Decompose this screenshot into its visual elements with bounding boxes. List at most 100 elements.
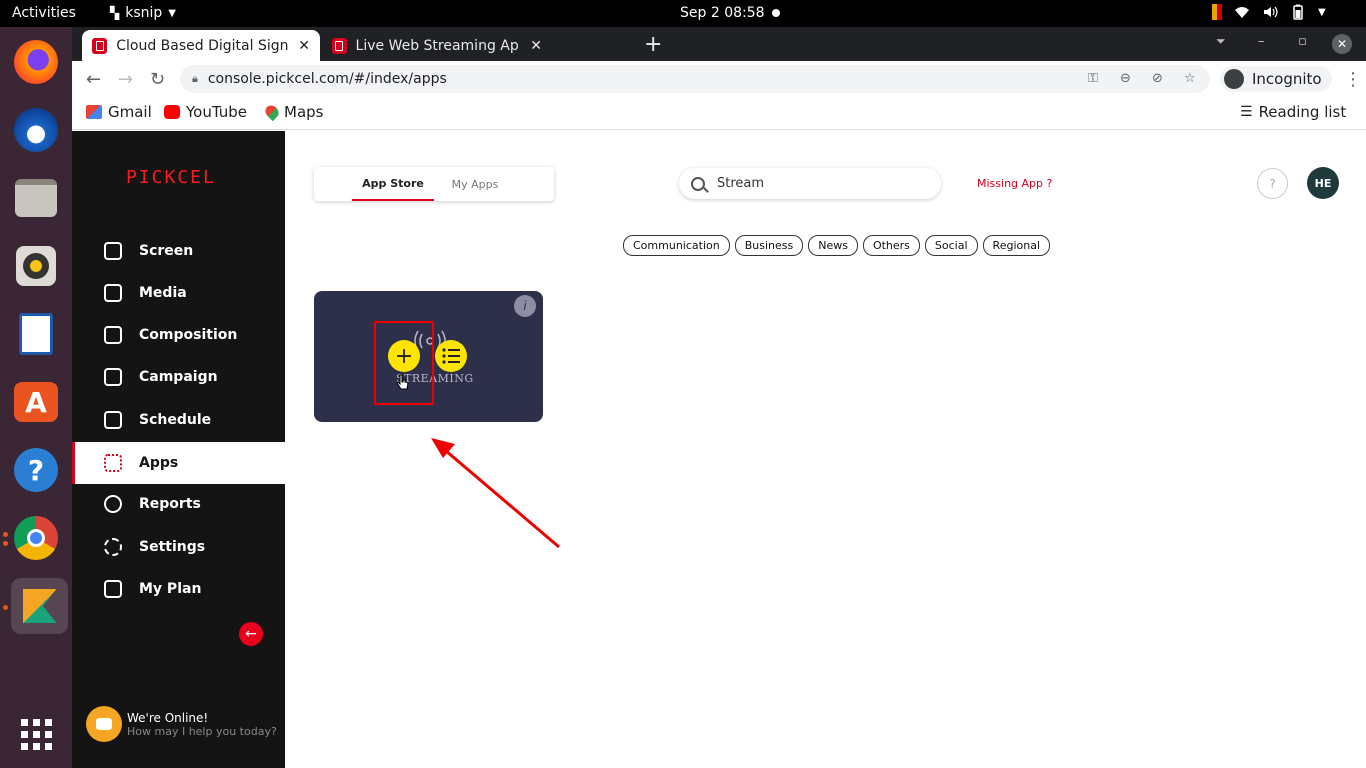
filter-chip-regional[interactable]: Regional [982,235,1051,256]
pickcel-logo[interactable]: PICKCEL [126,167,216,188]
tab-app-store[interactable]: App Store [352,167,434,201]
maps-pin-icon [262,102,282,122]
show-applications-icon[interactable] [12,710,60,758]
tab-cloud-signage[interactable]: Cloud Based Digital Signa ✕ [82,30,320,61]
sidebar-item-composition[interactable]: Composition [72,314,285,356]
address-bar[interactable]: 🔒︎ console.pickcel.com/#/index/apps [180,65,1210,93]
monitor-icon [104,242,122,260]
tab-strip: Cloud Based Digital Signa ✕ Live Web Str… [72,27,1366,61]
sidebar-item-label: Apps [139,455,179,471]
sidebar-item-label: Media [139,285,187,301]
sidebar-item-apps[interactable]: Apps [72,442,285,484]
tab-my-apps[interactable]: My Apps [434,167,516,201]
lock-icon: 🔒︎ [192,72,198,85]
window-close-icon[interactable]: ✕ [1332,34,1352,54]
missing-app-link[interactable]: Missing App ? [977,177,1052,190]
app-menu[interactable]: ▚ ksnip ▼ [110,5,176,21]
sidebar-item-label: Campaign [139,369,218,385]
sidebar-item-my-plan[interactable]: My Plan [72,568,285,610]
chat-widget[interactable]: We're Online! How may I help you today? [86,706,277,742]
maximize-icon[interactable]: ▫ [1298,34,1307,49]
tab-live-streaming[interactable]: Live Web Streaming App - ✕ [322,30,552,61]
edit-icon [104,326,122,344]
running-indicator-icon [3,605,8,610]
reload-icon[interactable]: ↻ [150,69,165,90]
tab-title: Cloud Based Digital Signa [116,37,289,54]
store-tabs: App Store My Apps [314,167,554,201]
help-icon[interactable]: ? [12,446,60,494]
sidebar-item-reports[interactable]: Reports [72,483,285,525]
app-details-button[interactable] [435,340,467,372]
app-sidebar: PICKCEL Screen Media Composition Campaig… [72,131,285,768]
minimize-icon[interactable]: – [1258,34,1265,49]
sidebar-item-settings[interactable]: Settings [72,526,285,568]
libreoffice-writer-icon[interactable] [12,310,60,358]
chrome-icon[interactable] [12,514,60,562]
forward-icon[interactable]: → [118,69,133,90]
new-tab-icon[interactable]: + [644,32,662,57]
filter-chip-social[interactable]: Social [924,235,978,256]
incognito-badge[interactable]: Incognito [1220,66,1332,92]
notification-dot-icon [772,9,780,17]
app-menu-label: ksnip [125,5,163,21]
system-tray[interactable]: ▼ [1212,4,1326,20]
rhythmbox-icon[interactable] [12,242,60,290]
thunderbird-icon[interactable] [12,106,60,154]
filter-chip-news[interactable]: News [808,235,858,256]
files-icon[interactable] [12,174,60,222]
hand-cursor-icon [396,374,409,390]
list-icon [442,348,460,364]
filter-chip-business[interactable]: Business [734,235,804,256]
bookmark-maps[interactable]: Maps [262,102,323,122]
chat-subtitle: How may I help you today? [127,724,277,738]
bookmark-youtube[interactable]: YouTube [164,103,247,121]
close-icon[interactable]: ✕ [298,38,310,54]
sidebar-item-label: Composition [139,327,238,343]
apps-grid-icon [104,454,122,472]
pickcel-favicon-icon [92,37,108,54]
sidebar-item-campaign[interactable]: Campaign [72,356,285,398]
indicator-icon [1212,4,1222,20]
back-icon[interactable]: ← [86,69,101,90]
bookmark-label: YouTube [186,103,247,121]
browser-toolbar: ← → ↻ 🔒︎ console.pickcel.com/#/index/app… [72,61,1366,97]
help-button[interactable]: ? [1257,168,1288,199]
more-menu-icon[interactable]: ⋮ [1344,69,1362,90]
zoom-icon[interactable]: ⊖ [1120,71,1131,86]
chevron-down-icon: ▼ [168,7,176,19]
filter-chip-communication[interactable]: Communication [623,235,730,256]
avatar[interactable]: HE [1307,167,1339,199]
key-icon[interactable]: ⚿ [1088,71,1098,86]
clock[interactable]: Sep 2 08:58 [680,5,765,21]
filter-chip-others[interactable]: Others [862,235,920,256]
annotation-highlight-box [374,321,434,405]
tab-search-icon[interactable]: ⏷ [1216,34,1226,49]
software-center-icon[interactable]: A [12,378,60,426]
sidebar-item-schedule[interactable]: Schedule [72,399,285,441]
ksnip-dock-icon[interactable] [11,578,68,634]
firefox-icon[interactable] [12,38,60,86]
sidebar-item-label: Schedule [139,412,212,428]
tracking-blocked-icon[interactable]: ⊘ [1152,71,1163,86]
sidebar-item-media[interactable]: Media [72,272,285,314]
collapse-sidebar-button[interactable]: ← [239,622,263,646]
reading-list-label: Reading list [1258,103,1347,121]
search-input[interactable] [717,176,917,191]
bookmark-gmail[interactable]: Gmail [86,103,152,121]
bookmark-star-icon[interactable]: ☆ [1184,71,1196,86]
edit-icon [104,368,122,386]
gear-icon [104,538,122,556]
chevron-down-icon: ▼ [1318,6,1326,18]
sidebar-item-screen[interactable]: Screen [72,230,285,272]
sidebar-item-label: Screen [139,243,194,259]
close-icon[interactable]: ✕ [530,38,542,54]
reading-list-button[interactable]: ☰ Reading list [1240,103,1346,121]
activities-button[interactable]: Activities [12,5,76,21]
app-search[interactable] [679,168,941,199]
media-folder-icon [104,284,122,302]
info-icon[interactable]: i [514,295,536,317]
chat-title: We're Online! [127,710,209,725]
bookmarks-bar: Gmail YouTube Maps ☰ Reading list [72,97,1366,130]
category-filters: Communication Business News Others Socia… [623,235,1051,256]
incognito-label: Incognito [1252,70,1322,88]
